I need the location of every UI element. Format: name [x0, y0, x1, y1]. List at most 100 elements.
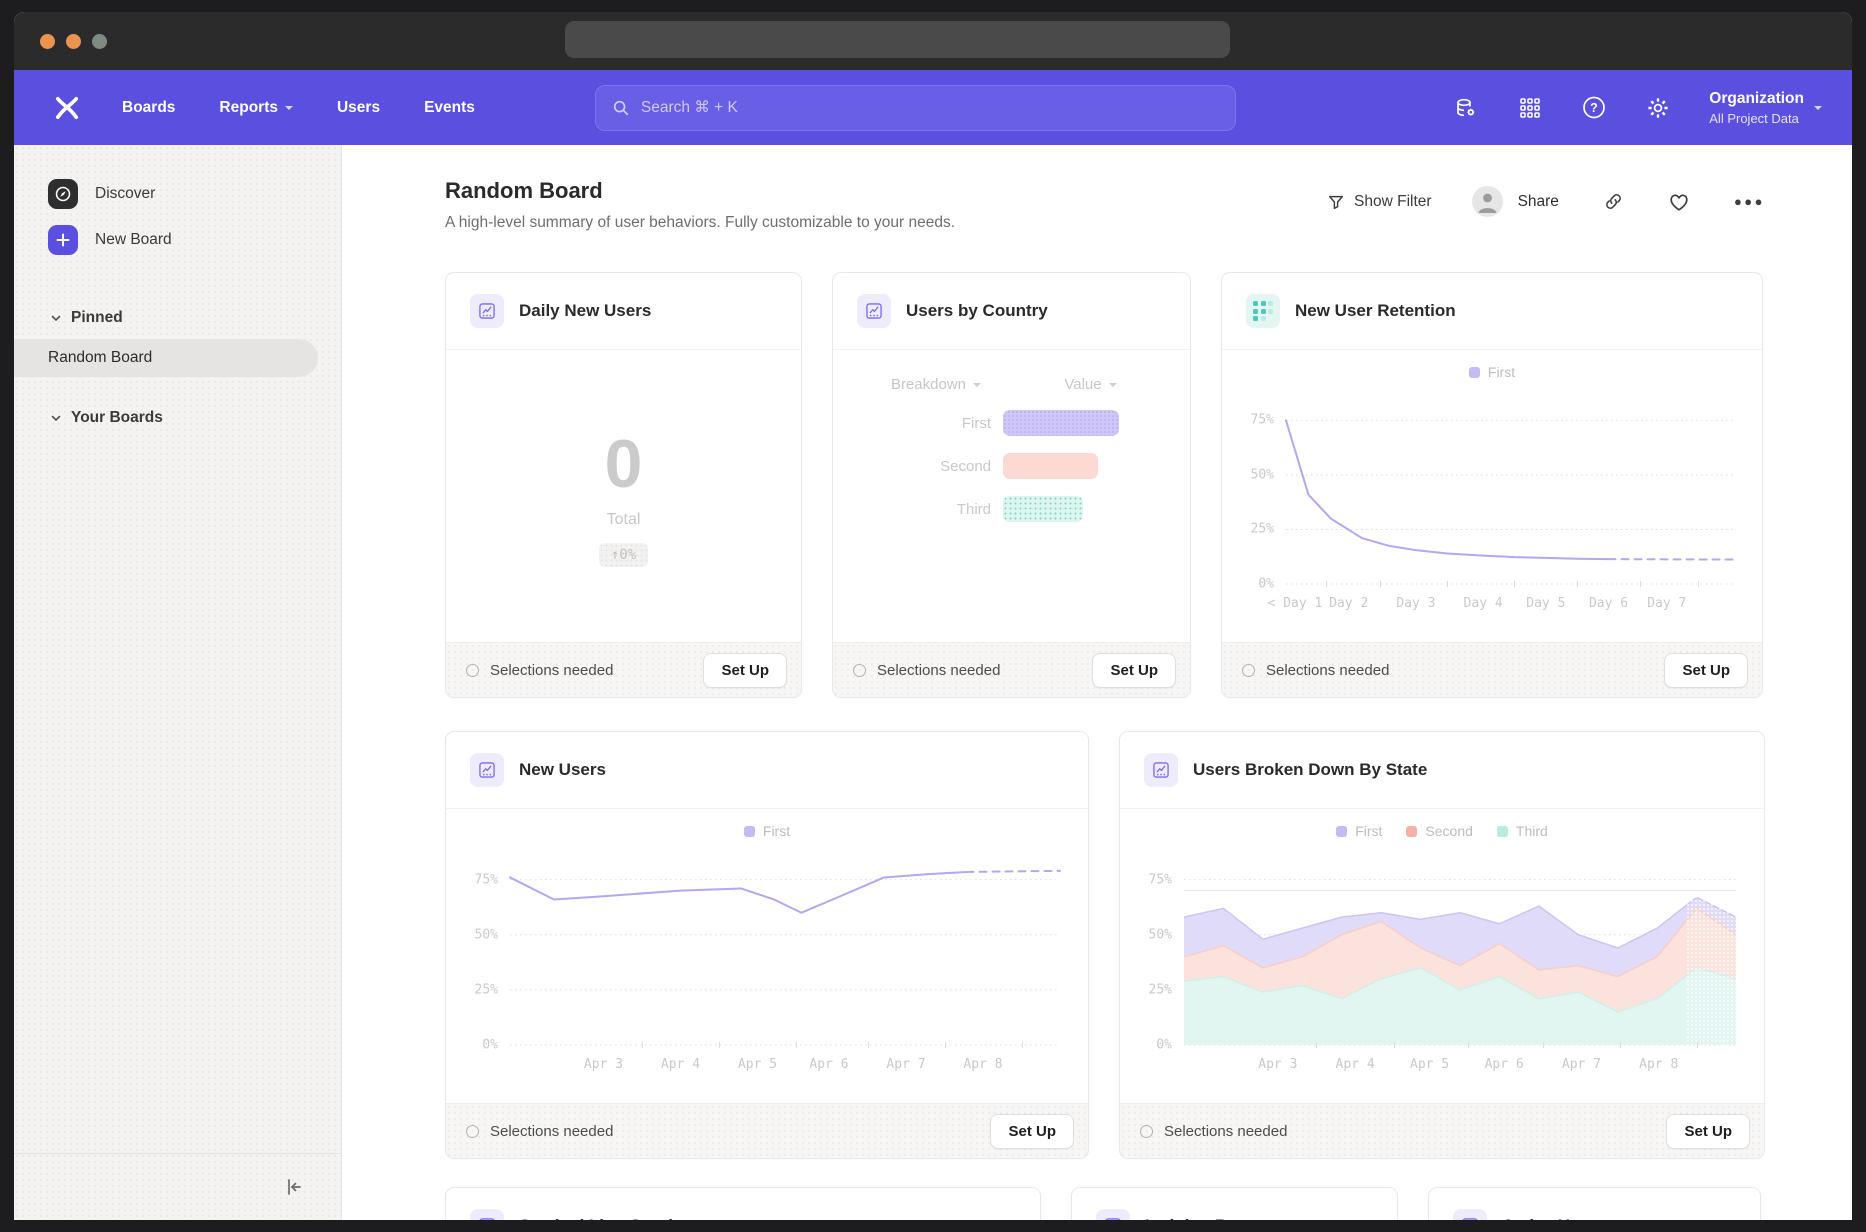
more-options-button[interactable]: ●●●	[1734, 194, 1765, 209]
share-button[interactable]: Share	[1518, 193, 1559, 211]
new-users-chart: First 75%50%25%0%Apr 3Apr 4Apr 5Apr 6Apr…	[446, 809, 1088, 1103]
set-up-button[interactable]: Set Up	[703, 653, 787, 688]
search-icon	[612, 99, 630, 117]
card-daily-new-users: Daily New Users 0 Total ↑0% Selections n…	[445, 272, 802, 698]
card-new-users: New Users First 75%50%25%0%Apr 3Apr 4Apr…	[445, 731, 1089, 1159]
country-row: Second	[833, 453, 1190, 479]
mixpanel-logo-icon[interactable]	[50, 91, 84, 125]
chevron-down-icon	[973, 383, 981, 391]
chart-legend: First	[446, 823, 1088, 839]
sidebar-section-your-boards[interactable]: Your Boards	[14, 403, 341, 433]
breakdown-dropdown[interactable]: Breakdown	[857, 376, 1015, 393]
favorite-heart-icon[interactable]	[1668, 191, 1690, 213]
nav-item-users[interactable]: Users	[337, 99, 380, 117]
retention-line-chart: 75%50%25%0%< Day 1Day 2Day 3Day 4Day 5Da…	[1286, 392, 1734, 584]
new-users-line-chart: 75%50%25%0%Apr 3Apr 4Apr 5Apr 6Apr 7Apr …	[510, 851, 1060, 1045]
insights-chart-icon	[1144, 753, 1178, 787]
search-input[interactable]: Search ⌘ + K	[595, 85, 1236, 131]
collapse-sidebar-button[interactable]	[283, 1176, 305, 1198]
card-new-user-retention: New User Retention First 75%50%25%0%< Da…	[1221, 272, 1763, 698]
copy-link-icon[interactable]	[1603, 191, 1624, 212]
radio-circle-icon	[466, 1125, 479, 1138]
bar-second	[1003, 453, 1098, 479]
help-icon[interactable]: ?	[1581, 95, 1607, 121]
window-close-button[interactable]	[40, 34, 55, 49]
country-row: First	[833, 410, 1190, 436]
board-actions: Show Filter Share	[1327, 186, 1765, 217]
org-project: All Project Data	[1709, 111, 1804, 126]
retention-chart: First 75%50%25%0%< Day 1Day 2Day 3Day 4D…	[1222, 350, 1762, 642]
card-title: New Users	[519, 760, 606, 780]
window-titlebar	[14, 12, 1852, 70]
card-active-users: Active Users	[1428, 1187, 1761, 1220]
radio-circle-icon	[466, 664, 479, 677]
sidebar-item-random-board[interactable]: Random Board	[14, 339, 318, 377]
metric-value: 0	[605, 425, 643, 503]
discover-compass-icon	[48, 179, 78, 209]
nav-item-events[interactable]: Events	[424, 99, 475, 117]
metric-delta-badge: ↑0%	[599, 543, 648, 567]
card-users-by-state: Users Broken Down By State FirstSecondTh…	[1119, 731, 1765, 1159]
org-switcher[interactable]: Organization All Project Data	[1709, 90, 1822, 126]
page-title: Random Board	[445, 178, 955, 204]
set-up-button[interactable]: Set Up	[1092, 653, 1176, 688]
card-title: New User Retention	[1295, 301, 1456, 321]
screen: Boards Reports Users Events Search ⌘ + K	[0, 0, 1866, 1232]
page-subtitle: A high-level summary of user behaviors. …	[445, 214, 955, 232]
card-title: Stacked Line Graph	[519, 1216, 679, 1220]
window-minimize-button[interactable]	[66, 34, 81, 49]
card-title: Insights Report	[1145, 1216, 1270, 1220]
insights-chart-icon	[1096, 1209, 1130, 1220]
card-title: Users Broken Down By State	[1193, 760, 1427, 780]
avatar[interactable]	[1472, 186, 1503, 217]
radio-circle-icon	[853, 664, 866, 677]
selections-needed-status: Selections needed	[466, 662, 613, 679]
selections-needed-status: Selections needed	[1140, 1123, 1287, 1140]
set-up-button[interactable]: Set Up	[1666, 1114, 1750, 1149]
card-title: Daily New Users	[519, 301, 651, 321]
radio-circle-icon	[1140, 1125, 1153, 1138]
metric-label: Total	[607, 511, 641, 529]
org-name: Organization	[1709, 90, 1804, 108]
nav-item-reports[interactable]: Reports	[219, 99, 293, 117]
chevron-down-icon	[50, 412, 62, 424]
insights-chart-icon	[470, 753, 504, 787]
search-placeholder: Search ⌘ + K	[641, 98, 738, 117]
show-filter-button[interactable]: Show Filter	[1327, 193, 1432, 211]
sidebar: Discover New Board Pinned Random Board	[14, 145, 342, 1220]
svg-text:?: ?	[1590, 101, 1598, 115]
state-chart: FirstSecondThird 75%50%25%0%Apr 3Apr 4Ap…	[1120, 809, 1764, 1103]
bar-third	[1003, 496, 1083, 522]
settings-gear-icon[interactable]	[1645, 95, 1671, 121]
data-management-icon[interactable]	[1453, 95, 1479, 121]
top-navbar: Boards Reports Users Events Search ⌘ + K	[14, 70, 1852, 145]
insights-chart-icon	[1453, 1209, 1487, 1220]
chevron-down-icon	[285, 106, 293, 114]
chevron-down-icon	[1814, 106, 1822, 114]
window-zoom-button[interactable]	[92, 34, 107, 49]
traffic-lights	[40, 34, 107, 49]
set-up-button[interactable]: Set Up	[1664, 653, 1748, 688]
card-title: Active Users	[1502, 1216, 1605, 1220]
chevron-down-icon	[1109, 383, 1117, 391]
sidebar-item-discover[interactable]: Discover	[14, 171, 341, 217]
app-grid-icon[interactable]	[1517, 95, 1543, 121]
browser-window: Boards Reports Users Events Search ⌘ + K	[14, 12, 1852, 1220]
card-stacked-line-graph: Stacked Line Graph	[445, 1187, 1041, 1220]
navbar-right: ? Organization All Project Data	[1453, 90, 1822, 126]
plus-icon	[48, 225, 78, 255]
sidebar-footer	[14, 1153, 341, 1220]
nav-items: Boards Reports Users Events	[122, 99, 475, 117]
country-row: Third	[833, 496, 1190, 522]
nav-item-boards[interactable]: Boards	[122, 99, 175, 117]
sidebar-new-board-button[interactable]: New Board	[14, 217, 341, 263]
insights-chart-icon	[470, 294, 504, 328]
sidebar-section-pinned[interactable]: Pinned	[14, 303, 341, 333]
set-up-button[interactable]: Set Up	[990, 1114, 1074, 1149]
value-dropdown[interactable]: Value	[1015, 376, 1166, 393]
browser-url-bar[interactable]	[565, 21, 1230, 58]
card-insights-report: Insights Report	[1071, 1187, 1398, 1220]
radio-circle-icon	[1242, 664, 1255, 677]
card-users-by-country: Users by Country Breakdown Value First	[832, 272, 1191, 698]
card-title: Users by Country	[906, 301, 1048, 321]
